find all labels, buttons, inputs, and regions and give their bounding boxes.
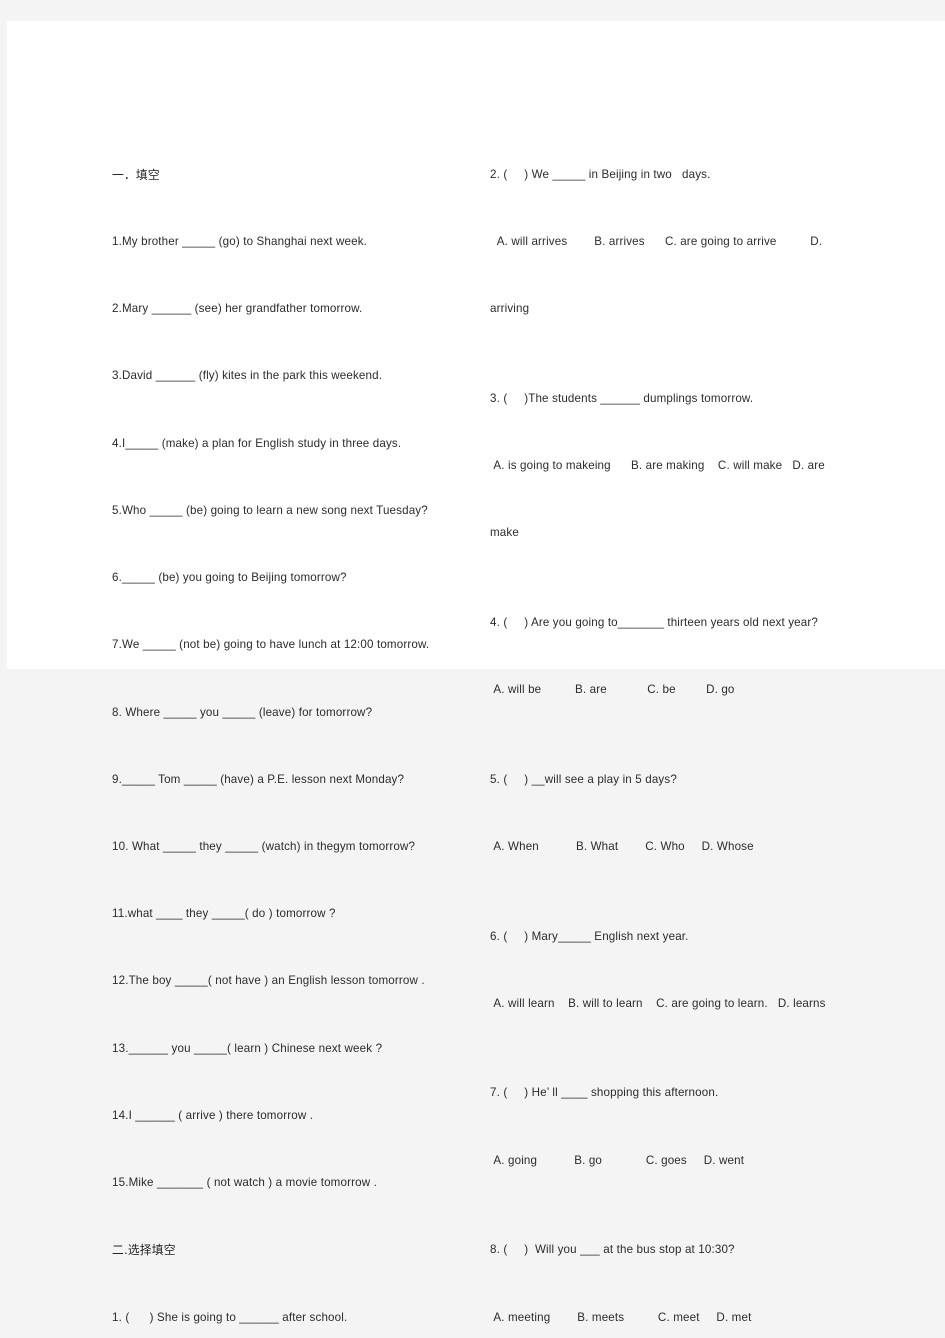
choice-question-7-stem: 7. ( ) He’ ll ____ shopping this afterno…: [490, 1086, 719, 1100]
fill-blank-item-9: 9._____ Tom _____ (have) a P.E. lesson n…: [112, 772, 405, 786]
fill-blank-item-6: 6._____ (be) you going to Beijing tomorr…: [112, 571, 347, 585]
choice-question-8-options: A. meeting B. meets C. meet D. met: [490, 1310, 752, 1324]
fill-blank-item-7: 7.We _____ (not be) going to have lunch …: [112, 638, 430, 652]
choice-question-8-stem: 8. ( ) Will you ___ at the bus stop at 1…: [490, 1243, 735, 1257]
fill-blank-item-12: 12.The boy _____( not have ) an English …: [112, 974, 425, 988]
choice-question-5-stem: 5. ( ) __will see a play in 5 days?: [490, 772, 677, 786]
fill-blank-item-1: 1.My brother _____ (go) to Shanghai next…: [112, 235, 368, 249]
choice-question-6-options: A. will learn B. will to learn C. are go…: [490, 996, 826, 1010]
left-column: 一．填空 1.My brother _____ (go) to Shanghai…: [112, 119, 484, 1338]
section-heading-multiple-choice: 二.选择填空: [112, 1243, 176, 1258]
choice-question-5-options: A. When B. What C. Who D. Whose: [490, 840, 754, 853]
fill-blank-item-10: 10. What _____ they _____ (watch) in the…: [112, 840, 416, 853]
section-heading-fill-in: 一．填空: [112, 167, 160, 182]
choice-question-2-stem: 2. ( ) We _____ in Beijing in two days.: [490, 167, 711, 181]
choice-question-3-options: A. is going to makeing B. are making C. …: [490, 459, 825, 473]
choice-question-1-stem: 1. ( ) She is going to ______ after scho…: [112, 1310, 348, 1324]
document-page: 一．填空 1.My brother _____ (go) to Shanghai…: [7, 21, 945, 1324]
choice-question-3-options-wrap: make: [490, 526, 519, 540]
fill-blank-item-14: 14.I ______ ( arrive ) there tomorrow .: [112, 1108, 314, 1122]
fill-blank-item-3: 3.David ______ (fly) kites in the park t…: [112, 369, 383, 383]
choice-question-7-options: A. going B. go C. goes D. went: [490, 1153, 745, 1167]
choice-question-6-stem: 6. ( ) Mary_____ English next year.: [490, 929, 689, 943]
fill-blank-item-11: 11.what ____ they _____( do ) tomorrow ?: [112, 907, 336, 921]
choice-question-2-options-wrap: arriving: [490, 302, 530, 316]
fill-blank-item-15: 15.Mike _______ ( not watch ) a movie to…: [112, 1176, 377, 1190]
choice-question-3-stem: 3. ( )The students ______ dumplings tomo…: [490, 391, 754, 405]
fill-blank-item-8: 8. Where _____ you _____ (leave) for tom…: [112, 705, 373, 719]
fill-blank-item-5: 5.Who _____ (be) going to learn a new so…: [112, 503, 428, 517]
fill-blank-item-4: 4.I_____ (make) a plan for English study…: [112, 436, 402, 450]
worksheet-body: 一．填空 1.My brother _____ (go) to Shanghai…: [112, 119, 912, 1324]
choice-question-4-stem: 4. ( ) Are you going to_______ thirteen …: [490, 615, 818, 629]
fill-blank-item-2: 2.Mary ______ (see) her grandfather tomo…: [112, 302, 363, 316]
choice-question-4-options: A. will be B. are C. be D. go: [490, 683, 735, 697]
right-column: 2. ( ) We _____ in Beijing in two days. …: [490, 119, 910, 1338]
choice-question-2-options: A. will arrives B. arrives C. are going …: [490, 235, 823, 249]
fill-blank-item-13: 13.______ you _____( learn ) Chinese nex…: [112, 1041, 383, 1055]
